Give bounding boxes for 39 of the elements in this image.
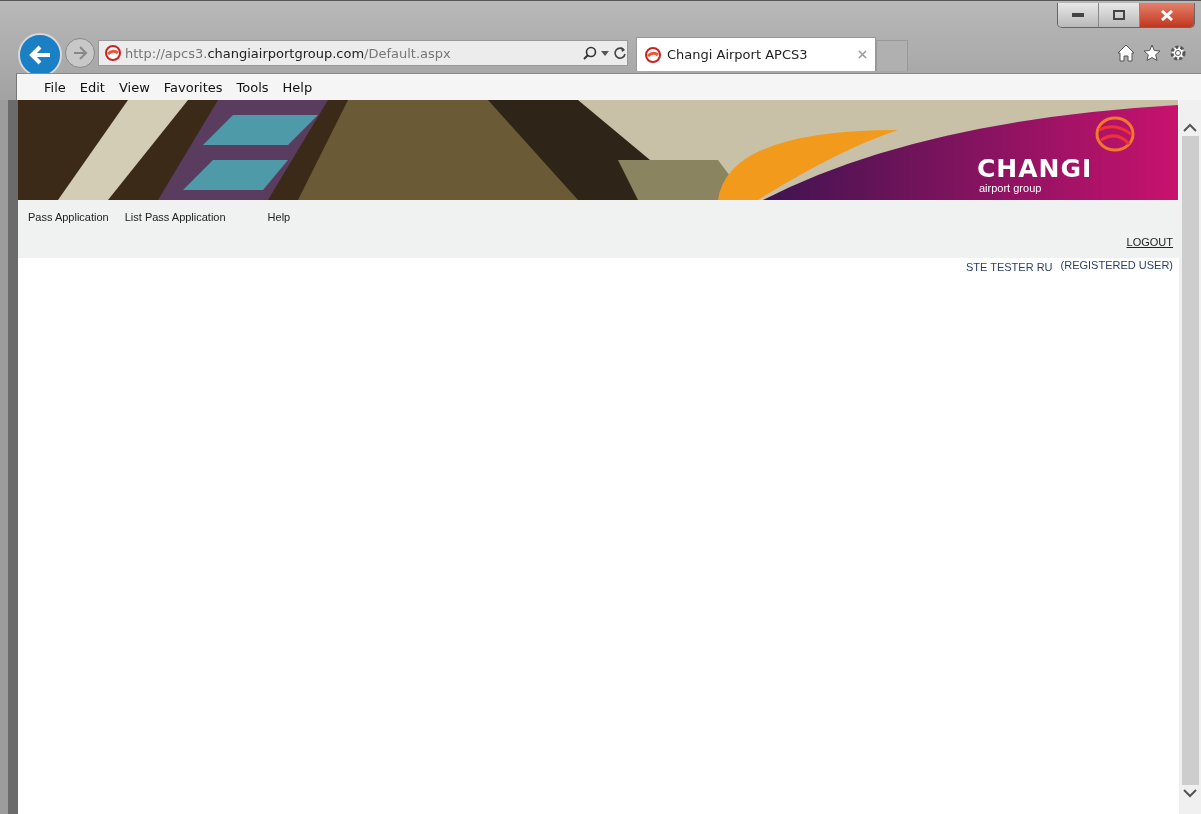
nav-link[interactable]: Pass Application <box>28 211 109 223</box>
scrollbar-thumb[interactable] <box>1181 136 1199 785</box>
browser-tab[interactable]: Changi Airport APCS3 <box>636 37 876 71</box>
close-icon <box>1161 9 1173 21</box>
maximize-icon <box>1113 10 1125 20</box>
logo-name: CHANGI <box>977 156 1093 182</box>
settings-icon[interactable] <box>1169 44 1187 62</box>
site-icon <box>105 45 121 61</box>
menu-item[interactable]: Help <box>275 79 320 95</box>
arrow-left-icon <box>29 45 51 65</box>
menu-item[interactable]: Edit <box>72 79 112 95</box>
site-icon <box>645 46 661 63</box>
nav-link[interactable]: List Pass Application <box>124 211 226 223</box>
minimize-button[interactable] <box>1058 3 1099 27</box>
user-name: STE TESTER RU <box>965 261 1053 273</box>
scrollbar[interactable] <box>1179 100 1201 814</box>
minimize-icon <box>1072 13 1084 17</box>
url-text: http://apcs3.changiairportgroup.com/Default.aspx <box>125 45 452 61</box>
star-icon[interactable] <box>1143 44 1161 62</box>
maximize-button[interactable] <box>1099 3 1140 27</box>
logout-link[interactable]: LOGOUT <box>1126 236 1173 248</box>
globe-logo-icon <box>1095 116 1135 152</box>
nav-link[interactable]: Help <box>267 211 291 223</box>
chevron-down-icon[interactable] <box>1183 789 1197 799</box>
menu-item[interactable]: Tools <box>229 79 276 95</box>
search-icon[interactable] <box>583 46 597 60</box>
logo-tagline: airport group <box>979 182 1042 194</box>
refresh-icon[interactable] <box>613 46 627 60</box>
menu-item[interactable]: Favorites <box>156 79 230 95</box>
user-role: (REGISTERED USER) <box>1060 259 1173 273</box>
home-icon[interactable] <box>1117 44 1135 62</box>
address-field[interactable]: http://apcs3.changiairportgroup.com/Default.aspx <box>98 40 628 66</box>
dropdown-caret-icon[interactable] <box>601 50 609 56</box>
arrow-right-icon <box>72 46 88 60</box>
chevron-up-icon[interactable] <box>1183 122 1197 132</box>
menu-item[interactable]: View <box>111 79 157 95</box>
close-button[interactable] <box>1140 3 1194 27</box>
menu-item[interactable]: File <box>37 79 73 95</box>
close-tab-icon[interactable] <box>858 50 867 59</box>
